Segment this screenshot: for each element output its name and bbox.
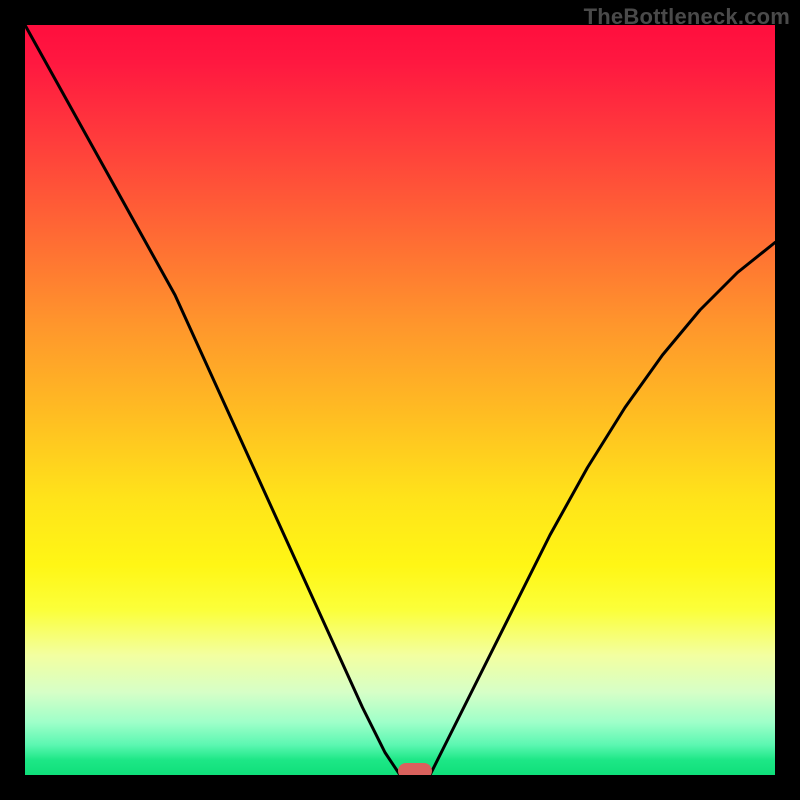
watermark-text: TheBottleneck.com (584, 4, 790, 30)
chart-frame: TheBottleneck.com (0, 0, 800, 800)
optimum-marker (398, 763, 432, 775)
plot-area (25, 25, 775, 775)
bottleneck-curve (25, 25, 775, 775)
